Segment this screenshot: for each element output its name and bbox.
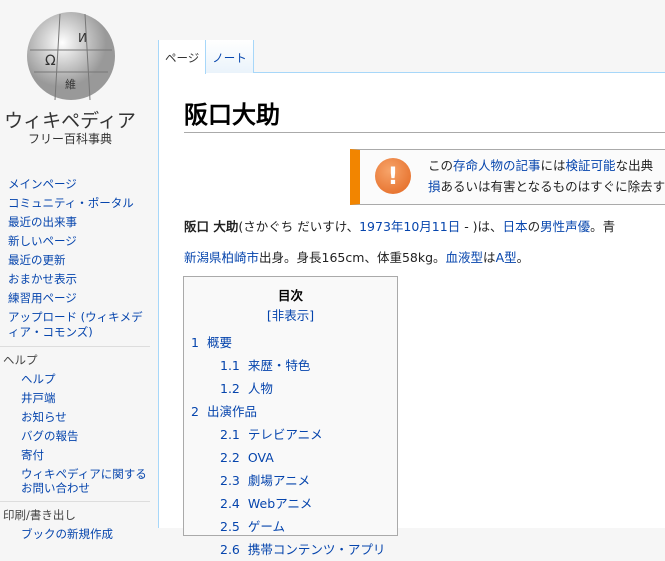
sidebar-item-new-pages[interactable]: 新しいページ xyxy=(8,232,150,251)
tab-talk[interactable]: ノート xyxy=(206,40,254,73)
toc-item[interactable]: 2.1 テレビアニメ xyxy=(191,423,390,446)
text: の xyxy=(527,219,541,234)
sidebar-item-village-pump[interactable]: 井戸端 xyxy=(8,389,150,408)
sidebar-item-upload[interactable]: アップロード (ウィキメディア・コモンズ) xyxy=(8,310,150,340)
sidebar-item-recent-changes[interactable]: 最近の更新 xyxy=(8,251,150,270)
toc-item[interactable]: 2.4 Webアニメ xyxy=(191,492,390,515)
sidebar-item-current-events[interactable]: 最近の出来事 xyxy=(8,213,150,232)
text: (さかぐち だいすけ、 xyxy=(238,219,360,234)
sidebar-item-bug-report[interactable]: バグの報告 xyxy=(8,427,150,446)
sidebar: メインページ コミュニティ・ポータル 最近の出来事 新しいページ 最近の更新 お… xyxy=(0,175,150,544)
blood-type-link[interactable]: 血液型 xyxy=(446,250,484,265)
toc-label: ゲーム xyxy=(247,519,286,534)
print-heading: 印刷/書き出し xyxy=(0,501,150,525)
toc-number: 1.1 xyxy=(220,358,240,373)
page-title: 阪口大助 xyxy=(184,95,665,133)
toc-label: 概要 xyxy=(206,335,232,350)
sidebar-item-notices[interactable]: お知らせ xyxy=(8,408,150,427)
intro-paragraph: 阪口 大助(さかぐち だいすけ、1973年10月11日 - )は、日本の男性声優… xyxy=(184,216,615,235)
toc-label: 劇場アニメ xyxy=(247,473,311,488)
logo-subtitle: フリー百科事典 xyxy=(27,132,112,146)
notice-text: な出典 xyxy=(615,158,654,173)
text: 出身。身長165cm、体重58kg。 xyxy=(259,250,446,265)
sidebar-item-sandbox[interactable]: 練習用ページ xyxy=(8,289,150,308)
toc-number: 1.2 xyxy=(220,381,240,396)
tab-page[interactable]: ページ xyxy=(158,40,207,74)
namespace-tabs: ページ ノート xyxy=(158,40,254,74)
toc-number: 2.3 xyxy=(220,473,240,488)
type-a-link[interactable]: A型 xyxy=(496,250,517,265)
warning-icon: ! xyxy=(375,158,411,194)
puzzle-globe-icon: Ω И 維 xyxy=(27,12,115,101)
toc-item[interactable]: 1.1 来歴・特色 xyxy=(191,354,390,377)
toc-item[interactable]: 2.3 劇場アニメ xyxy=(191,469,390,492)
toc-label: 人物 xyxy=(247,381,273,396)
sidebar-item-main[interactable]: メインページ xyxy=(8,175,150,194)
text: 。 xyxy=(516,250,530,265)
toc-heading: 目次 xyxy=(277,288,303,303)
notice-box: ! この存命人物の記事には検証可能な出典 損あるいは有害となるものはすぐに除去す xyxy=(350,149,665,205)
notice-text: この xyxy=(428,158,454,173)
text: は xyxy=(483,250,496,265)
birthdate-link[interactable]: 1973年10月11日 xyxy=(359,219,460,234)
sidebar-item-contact[interactable]: ウィキペディアに関するお問い合わせ xyxy=(8,467,150,495)
toc-number: 2.2 xyxy=(220,450,240,465)
niigata-link[interactable]: 新潟県 xyxy=(184,250,222,265)
notice-text: には xyxy=(540,158,566,173)
sidebar-item-community[interactable]: コミュニティ・ポータル xyxy=(8,194,150,213)
text: 。青 xyxy=(590,219,616,234)
toc-item[interactable]: 2 出演作品 xyxy=(191,400,390,423)
notice-link-defamation[interactable]: 損 xyxy=(428,179,441,194)
text: - )は、 xyxy=(460,219,503,234)
notice-text: あるいは有害となるものはすぐに除去す xyxy=(440,179,665,194)
sidebar-item-random[interactable]: おまかせ表示 xyxy=(8,270,150,289)
content: 阪口大助 ! この存命人物の記事には検証可能な出典 損あるいは有害となるものはす… xyxy=(158,72,665,557)
toc-number: 2.6 xyxy=(220,542,240,557)
toc-toggle[interactable]: [非表示] xyxy=(191,304,390,327)
svg-text:И: И xyxy=(78,31,87,45)
toc-item[interactable]: 1.2 人物 xyxy=(191,377,390,400)
toc-number: 2.1 xyxy=(220,427,240,442)
toc-item[interactable]: 1 概要 xyxy=(191,331,390,354)
toc-item[interactable]: 2.5 ゲーム xyxy=(191,515,390,538)
toc-label: Webアニメ xyxy=(247,496,313,511)
toc-label: テレビアニメ xyxy=(247,427,323,442)
toc-label: 来歴・特色 xyxy=(247,358,311,373)
svg-text:Ω: Ω xyxy=(45,53,56,69)
toc-number: 2.5 xyxy=(220,519,240,534)
notice-link-verifiable[interactable]: 検証可能 xyxy=(566,158,616,173)
wikipedia-logo[interactable]: Ω И 維 ウィキペディア フリー百科事典 xyxy=(0,0,158,150)
toc-label: 携帯コンテンツ・アプリ xyxy=(247,542,386,557)
profile-paragraph: 新潟県柏崎市出身。身長165cm、体重58kg。血液型はA型。 xyxy=(184,247,529,266)
sidebar-item-donate[interactable]: 寄付 xyxy=(8,446,150,465)
svg-text:維: 維 xyxy=(65,78,76,91)
japan-link[interactable]: 日本 xyxy=(503,219,528,234)
logo-title: ウィキペディア xyxy=(4,110,136,132)
sidebar-item-help[interactable]: ヘルプ xyxy=(8,370,150,389)
toc-label: 出演作品 xyxy=(206,404,257,419)
toc-number: 2 xyxy=(191,404,199,419)
toc-item[interactable]: 2.6 携帯コンテンツ・アプリ xyxy=(191,538,390,561)
notice-link-living-person[interactable]: 存命人物の記事 xyxy=(453,158,541,173)
toc-label: OVA xyxy=(247,450,274,465)
subject-name: 阪口 大助 xyxy=(184,219,239,234)
kashiwazaki-link[interactable]: 柏崎市 xyxy=(222,250,260,265)
toc-number: 1 xyxy=(191,335,199,350)
voice-actor-link[interactable]: 男性声優 xyxy=(540,219,590,234)
toc-item[interactable]: 2.2 OVA xyxy=(191,446,390,469)
toc-number: 2.4 xyxy=(220,496,240,511)
table-of-contents: 目次 [非表示] 1 概要 1.1 来歴・特色 1.2 人物 2 出演作品 2.1 テレビアニメ 2… xyxy=(183,276,398,557)
help-heading: ヘルプ xyxy=(0,346,150,370)
